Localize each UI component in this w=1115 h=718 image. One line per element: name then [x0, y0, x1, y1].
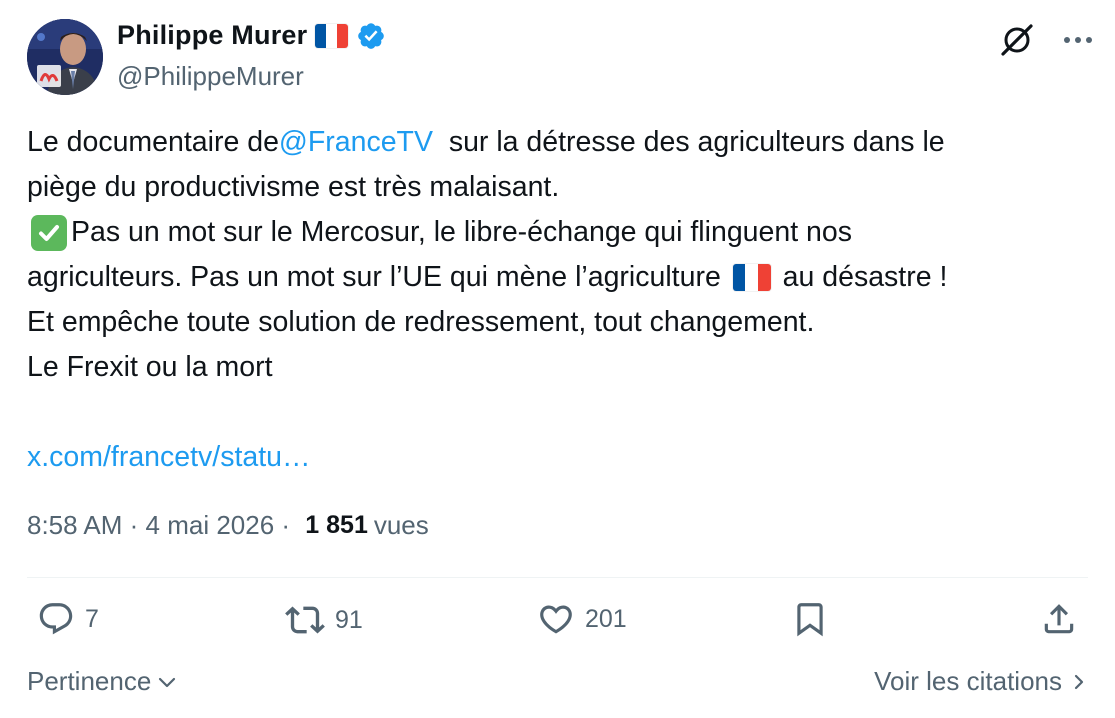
chevron-right-icon — [1074, 674, 1084, 689]
tweet-line: Et empêche toute solution de redressemen… — [27, 300, 1092, 345]
sort-label: Pertinence — [27, 666, 152, 696]
tweet-line: x.com/francetv/statu… — [27, 435, 1092, 480]
views-count: 1 851 — [305, 511, 368, 539]
tweet-line: piège du productivisme est très malaisan… — [27, 165, 1092, 210]
tweet-text-segment: agriculteurs. Pas un mot sur l’UE qui mè… — [27, 261, 729, 293]
share-icon — [1044, 604, 1074, 634]
heart-icon — [540, 605, 572, 634]
repost-button[interactable]: 91 — [285, 600, 363, 640]
verified-badge-icon — [358, 22, 385, 49]
reply-button[interactable]: 7 — [37, 600, 99, 638]
more-options-icon[interactable] — [1063, 35, 1093, 45]
tweet-date[interactable]: 4 mai 2026 — [146, 510, 275, 541]
tweet-time[interactable]: 8:58 AM — [27, 510, 122, 541]
divider — [27, 577, 1088, 578]
avatar-image — [27, 19, 103, 95]
view-quotes-link[interactable]: Voir les citations — [874, 666, 1088, 697]
meta-separator: · — [122, 510, 146, 540]
repost-icon — [285, 606, 325, 634]
tweet-meta: 8:58 AM · 4 mai 2026 · 1 851 vues — [27, 510, 429, 541]
tweet-text-segment: Le Frexit ou la mort — [27, 351, 273, 383]
bookmark-button[interactable] — [791, 600, 829, 638]
grok-icon[interactable] — [999, 22, 1035, 58]
reply-icon — [39, 603, 73, 635]
avatar[interactable] — [27, 19, 103, 95]
tweet-link[interactable]: x.com/francetv/statu… — [27, 435, 311, 480]
france-flag-icon — [315, 23, 349, 48]
tweet-line: Pas un mot sur le Mercosur, le libre-éch… — [27, 210, 1092, 255]
check-mark-emoji-icon — [31, 214, 67, 251]
france-flag-icon — [732, 264, 771, 291]
tweet-text: Le documentaire de @FranceTV sur la détr… — [27, 120, 1092, 480]
like-button[interactable]: 201 — [537, 600, 627, 638]
author-handle[interactable]: @PhilippeMurer — [117, 61, 304, 92]
reply-count: 7 — [85, 604, 99, 633]
tweet-text-segment: au désastre ! — [774, 261, 948, 293]
tweet-line: Le documentaire de @FranceTV sur la détr… — [27, 120, 1092, 165]
tweet-line: agriculteurs. Pas un mot sur l’UE qui mè… — [27, 255, 1092, 300]
author-name[interactable]: Philippe Murer — [117, 20, 307, 51]
bookmark-icon — [797, 603, 823, 637]
chevron-down-icon — [159, 677, 176, 687]
sort-dropdown[interactable]: Pertinence — [27, 666, 177, 697]
share-button[interactable] — [1040, 600, 1078, 638]
tweet-text-segment: Et empêche toute solution de redressemen… — [27, 306, 815, 338]
top-right-actions — [999, 22, 1093, 58]
views-label: vues — [373, 510, 429, 540]
tweet-text-segment: sur la détresse des agriculteurs dans le — [432, 126, 945, 158]
like-count: 201 — [585, 604, 627, 633]
tweet-text-segment: Pas un mot sur le Mercosur, le libre-éch… — [71, 216, 853, 248]
meta-separator: · — [274, 510, 298, 540]
tweet-text-segment: Le documentaire de — [27, 126, 279, 158]
tweet-text-segment: piège du productivisme est très malaisan… — [27, 171, 560, 203]
action-bar: 7 91 201 — [27, 600, 1088, 650]
repost-count: 91 — [335, 605, 363, 634]
mention-link[interactable]: @FranceTV — [279, 120, 433, 165]
view-quotes-label: Voir les citations — [874, 666, 1062, 696]
tweet-line: Le Frexit ou la mort — [27, 345, 1092, 390]
author-row: Philippe Murer — [117, 20, 386, 51]
replies-footer: Pertinence Voir les citations — [27, 666, 1088, 700]
